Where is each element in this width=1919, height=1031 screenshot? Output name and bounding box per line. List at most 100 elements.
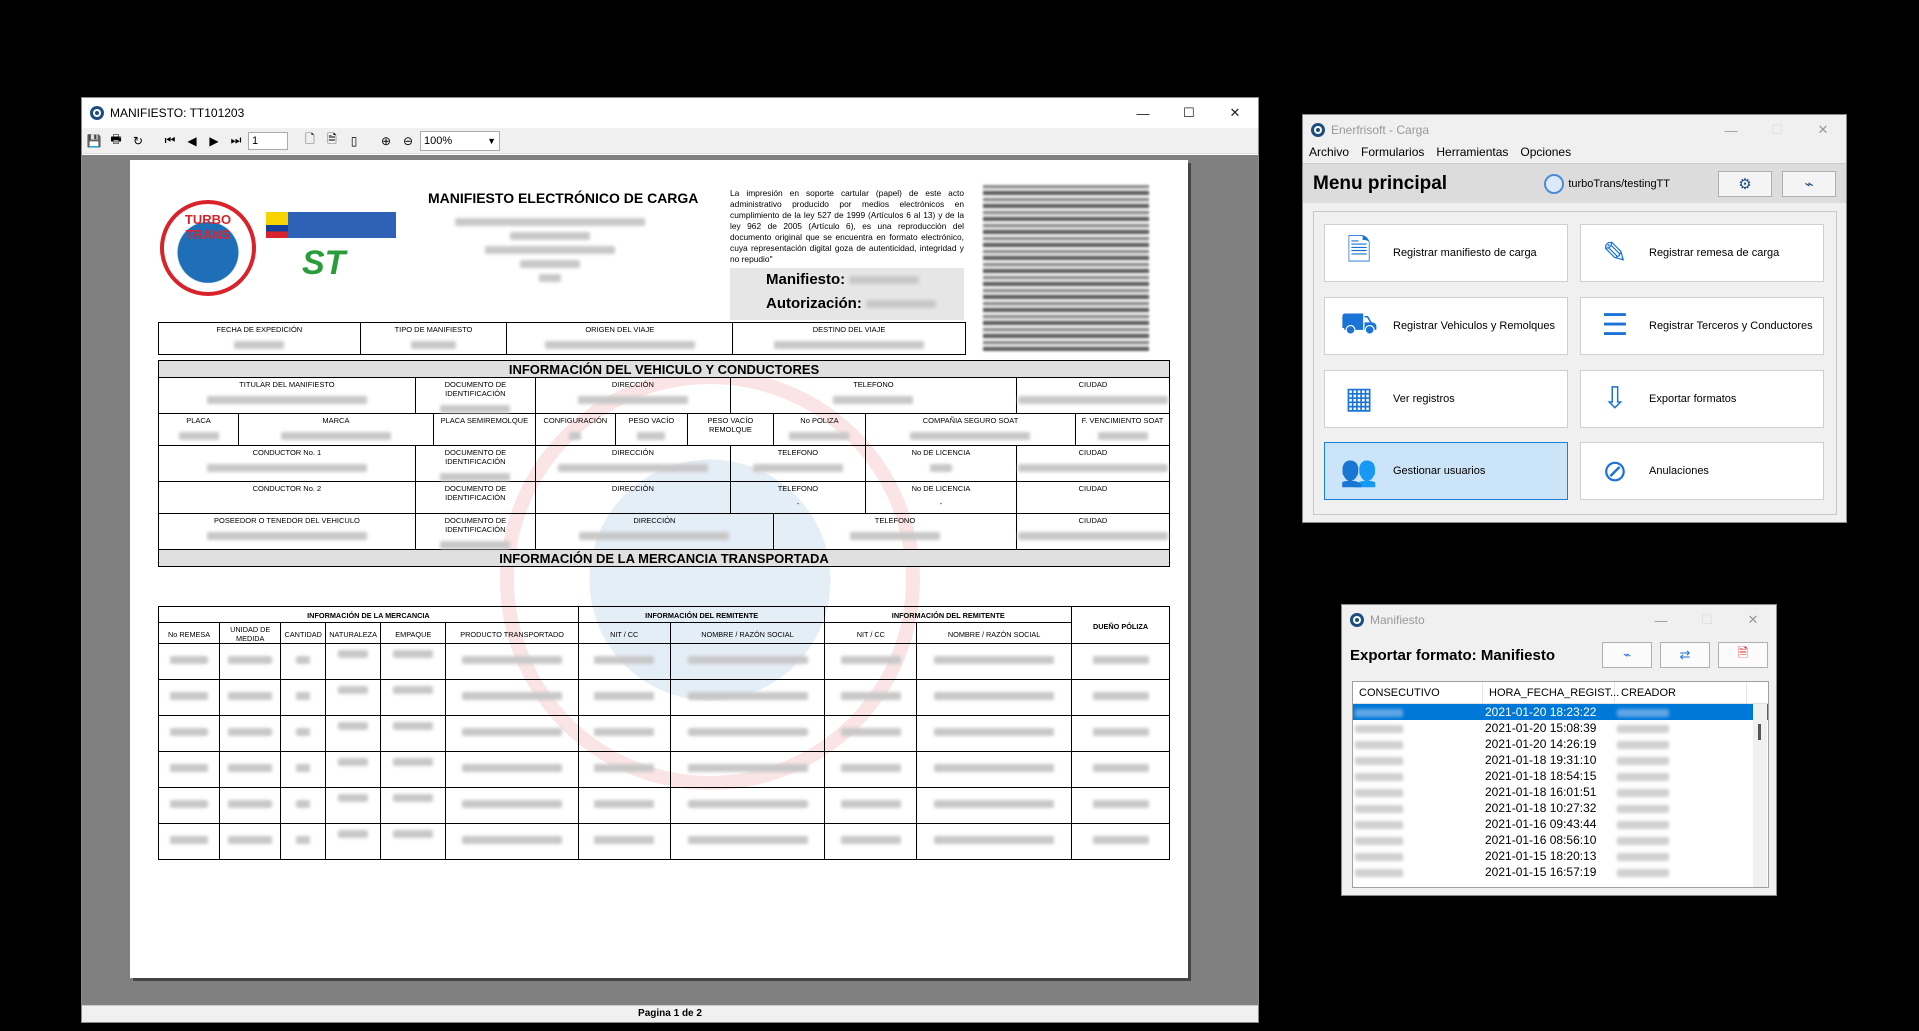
close-button[interactable]: ✕ — [1212, 98, 1258, 128]
zoom-in-icon[interactable]: ⊕ — [376, 131, 396, 151]
report-viewer-window: MANIFIESTO: TT101203 — ☐ ✕ 💾 🖶 ↻ ⏮ ◀ ▶ ⏭… — [81, 97, 1259, 1023]
list-item[interactable]: 2021-01-16 08:56:10 — [1353, 832, 1768, 848]
list-item[interactable]: 2021-01-20 15:08:39 — [1353, 720, 1768, 736]
list-item[interactable]: 2021-01-20 18:23:22 — [1353, 704, 1768, 720]
maximize-button[interactable]: ☐ — [1166, 98, 1212, 128]
turbo-trans-logo: TURBO TRANS — [160, 200, 256, 296]
list-item[interactable]: 2021-01-18 16:01:51 — [1353, 784, 1768, 800]
ver-registros-button[interactable]: ▦ Ver registros — [1324, 369, 1568, 428]
exportar-formatos-button[interactable]: ⇩ Exportar formatos — [1580, 369, 1824, 428]
prev-page-icon[interactable]: ◀ — [182, 131, 202, 151]
export-pdf-button[interactable]: 🗎 — [1718, 642, 1768, 668]
list-item[interactable]: 2021-01-15 16:57:19 — [1353, 864, 1768, 880]
plug-icon: ⌁ — [1623, 647, 1631, 662]
refresh-icon: ⇄ — [1679, 647, 1691, 662]
viewer-titlebar: MANIFIESTO: TT101203 — ☐ ✕ — [82, 98, 1258, 128]
first-page-icon[interactable]: ⏮ — [160, 131, 180, 151]
menu-archivo[interactable]: Archivo — [1309, 145, 1349, 163]
cancel-document-icon: ⊘ — [1602, 454, 1628, 488]
registrar-terceros-button[interactable]: ☰ Registrar Terceros y Conductores — [1580, 296, 1824, 355]
plug-icon: ⌁ — [1804, 175, 1814, 193]
list-item[interactable]: 2021-01-18 10:27:32 — [1353, 800, 1768, 816]
qr-code — [983, 185, 1149, 351]
export-window: Manifiesto — ☐ ✕ Exportar formato: Manif… — [1341, 604, 1777, 896]
hora-fecha-cell: 2021-01-18 18:54:15 — [1485, 769, 1597, 783]
contact-list-icon: ☰ — [1601, 309, 1629, 343]
export-header: Exportar formato: Manifiesto ⌁ ⇄ 🗎 — [1342, 635, 1776, 675]
registrar-vehiculos-button[interactable]: ⛟ Registrar Vehiculos y Remolques — [1324, 296, 1568, 355]
list-header: CONSECUTIVO HORA_FECHA_REGIST... CREADOR — [1353, 682, 1768, 704]
records-list[interactable]: CONSECUTIVO HORA_FECHA_REGIST... CREADOR… — [1352, 681, 1769, 888]
creador-cell — [1615, 768, 1747, 784]
list-item[interactable]: 2021-01-18 19:31:10 — [1353, 752, 1768, 768]
vehicle-table: INFORMACIÓN DEL VEHICULO Y CONDUCTORES T… — [158, 360, 1171, 568]
minimize-button[interactable]: — — [1708, 115, 1754, 145]
minimize-button[interactable]: — — [1120, 98, 1166, 128]
pdf-export-icon: ⇩ — [1602, 382, 1628, 415]
anulaciones-button[interactable]: ⊘ Anulaciones — [1580, 442, 1824, 501]
list-item[interactable]: 2021-01-15 18:20:13 — [1353, 848, 1768, 864]
page-width-icon[interactable]: 🗎 — [322, 131, 342, 151]
col-creador[interactable]: CREADOR — [1615, 682, 1747, 703]
single-page-icon[interactable]: 🗋 — [300, 131, 320, 151]
chevron-down-icon: ▼ — [487, 135, 496, 146]
page-number-input[interactable]: 1 — [248, 131, 288, 150]
print-icon[interactable]: 🖶 — [106, 131, 126, 151]
gestionar-usuarios-button[interactable]: 👥 Gestionar usuarios — [1324, 442, 1568, 501]
settings-button[interactable]: ⚙ — [1718, 170, 1772, 197]
whole-page-icon[interactable]: ▯ — [344, 131, 364, 151]
menu-buttons-grid: 🗎 Registrar manifiesto de carga ✎ Registra… — [1313, 211, 1837, 515]
disconnect-button[interactable]: ⌁ — [1782, 170, 1836, 197]
consecutivo-cell — [1353, 752, 1483, 768]
zoom-select[interactable]: 100% ▼ — [420, 130, 500, 151]
close-button[interactable]: ✕ — [1730, 605, 1776, 635]
registrar-manifiesto-button[interactable]: 🗎 Registrar manifiesto de carga — [1324, 224, 1568, 282]
creador-cell — [1615, 736, 1747, 752]
menu-formularios[interactable]: Formularios — [1361, 145, 1424, 163]
consecutivo-cell — [1353, 864, 1483, 880]
export-titlebar: Manifiesto — ☐ ✕ — [1342, 605, 1776, 635]
government-logo — [266, 212, 396, 238]
section-mercancia: INFORMACIÓN DE LA MERCANCIA TRANSPORTADA — [158, 549, 1170, 568]
col-hora-fecha[interactable]: HORA_FECHA_REGIST... — [1483, 682, 1619, 703]
pdf-icon: 🗎 — [1737, 645, 1749, 660]
gear-icon: ⚙ — [1738, 175, 1752, 193]
save-icon[interactable]: 💾 — [84, 131, 104, 151]
registrar-remesa-button[interactable]: ✎ Registrar remesa de carga — [1580, 224, 1824, 282]
consecutivo-cell — [1353, 848, 1483, 864]
menu-window-title: Enerfrisoft - Carga — [1331, 123, 1430, 137]
menu-bar: Archivo Formularios Herramientas Opcione… — [1303, 145, 1846, 163]
report-toolbar: 💾 🖶 ↻ ⏮ ◀ ▶ ⏭ 1 🗋 🗎 ▯ ⊕ ⊖ 100% ▼ — [82, 128, 1258, 154]
hora-fecha-cell: 2021-01-16 09:43:44 — [1485, 817, 1597, 831]
menu-herramientas[interactable]: Herramientas — [1436, 145, 1508, 163]
app-icon — [1311, 123, 1325, 137]
disconnect-button[interactable]: ⌁ — [1602, 642, 1652, 668]
minimize-button[interactable]: — — [1638, 605, 1684, 635]
hora-fecha-cell: 2021-01-15 18:20:13 — [1485, 849, 1597, 863]
next-page-icon[interactable]: ▶ — [204, 131, 224, 151]
creador-cell — [1615, 832, 1747, 848]
hora-fecha-cell: 2021-01-20 14:26:19 — [1485, 737, 1597, 751]
main-menu-window: Enerfrisoft - Carga — ☐ ✕ Archivo Formul… — [1302, 114, 1847, 523]
list-item[interactable]: 2021-01-20 14:26:19 — [1353, 736, 1768, 752]
list-item[interactable]: 2021-01-16 09:43:44 — [1353, 816, 1768, 832]
current-user: turboTrans/testingTT — [1544, 173, 1670, 194]
creador-cell — [1615, 800, 1747, 816]
zoom-out-icon[interactable]: ⊖ — [398, 131, 418, 151]
users-icon: 👥 — [1340, 454, 1378, 488]
refresh-button[interactable]: ⇄ — [1660, 642, 1710, 668]
col-consecutivo[interactable]: CONSECUTIVO — [1353, 682, 1483, 703]
export-heading: Exportar formato: Manifiesto — [1350, 646, 1556, 664]
refresh-icon[interactable]: ↻ — [128, 131, 148, 151]
menu-titlebar: Enerfrisoft - Carga — ☐ ✕ — [1303, 115, 1846, 145]
hora-fecha-cell: 2021-01-16 08:56:10 — [1485, 833, 1597, 847]
vertical-scrollbar[interactable] — [1753, 704, 1767, 887]
close-button[interactable]: ✕ — [1800, 115, 1846, 145]
report-area[interactable]: TURBO TRANS ST MANIFIESTO ELECTRÓNICO DE… — [82, 155, 1258, 1007]
menu-opciones[interactable]: Opciones — [1520, 145, 1571, 163]
creador-cell — [1615, 864, 1747, 880]
list-item[interactable]: 2021-01-18 18:54:15 — [1353, 768, 1768, 784]
last-page-icon[interactable]: ⏭ — [226, 131, 246, 151]
hora-fecha-cell: 2021-01-18 16:01:51 — [1485, 785, 1597, 799]
trip-table: FECHA DE EXPEDICIÓN TIPO DE MANIFIESTO O… — [158, 322, 966, 355]
